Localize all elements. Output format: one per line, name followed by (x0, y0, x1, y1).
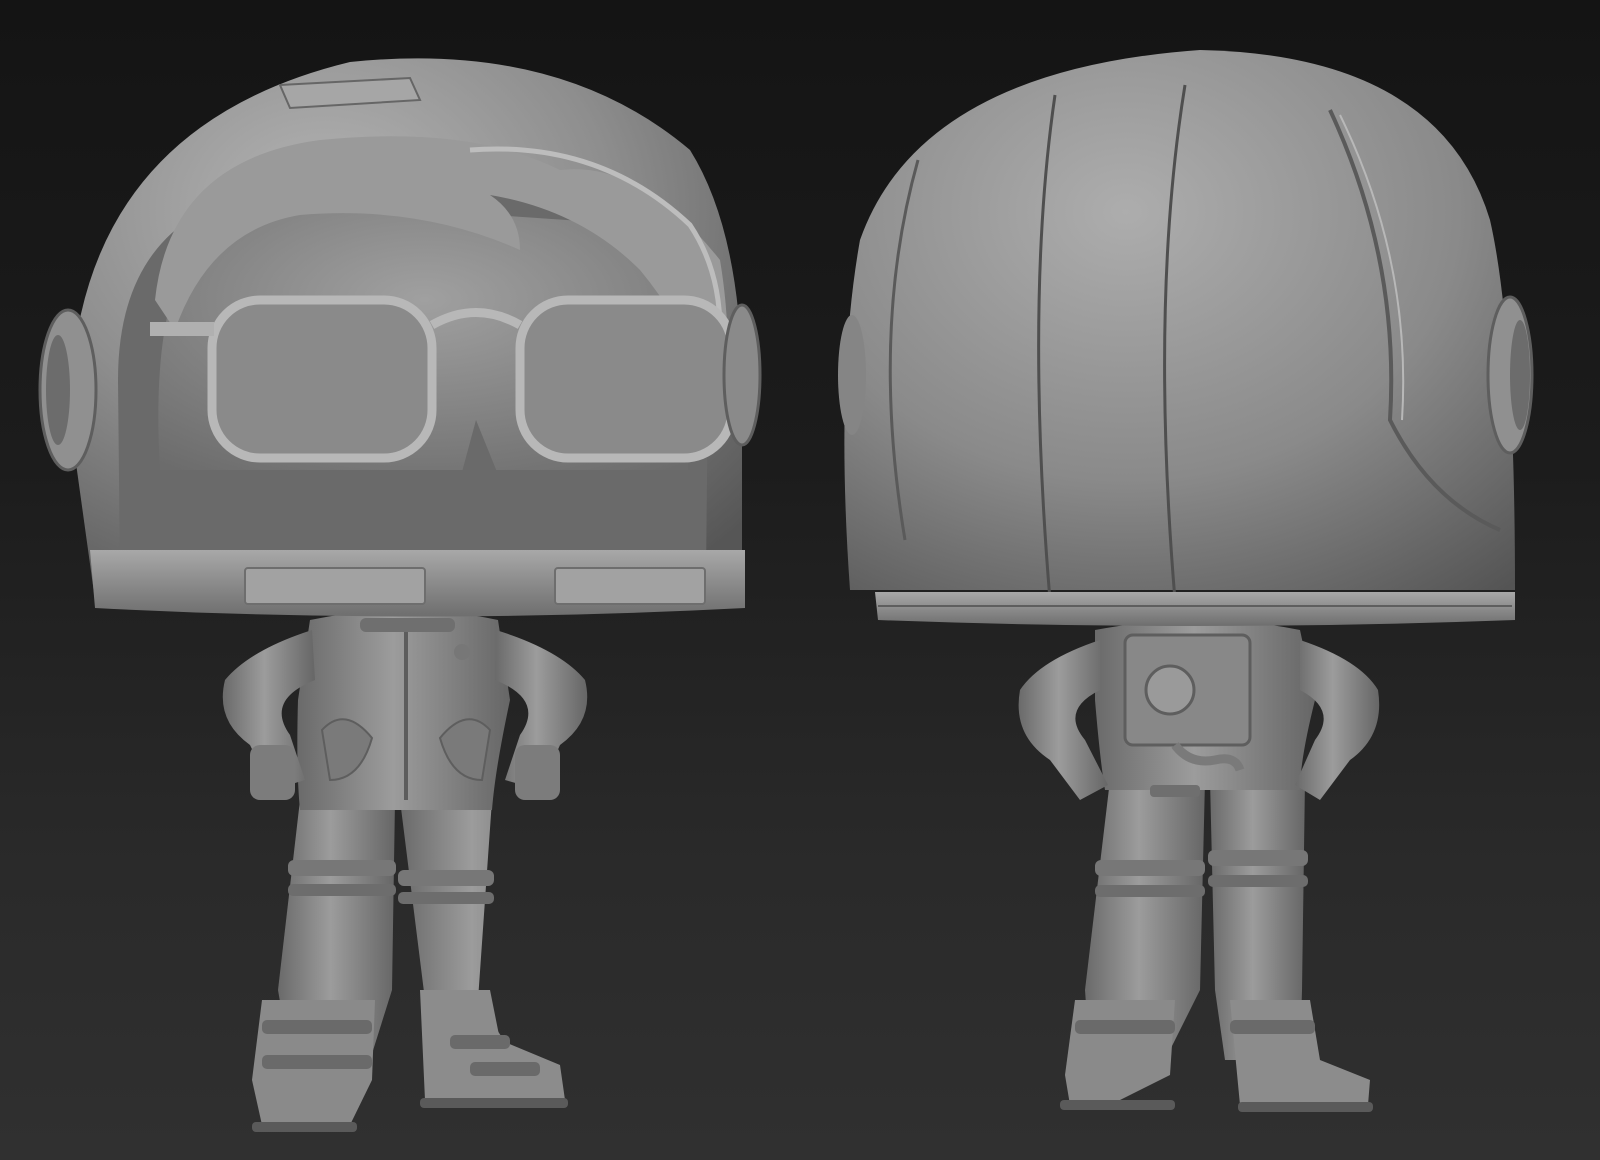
back-helmet (838, 50, 1534, 626)
front-figure (38, 58, 762, 1132)
front-helmet (38, 58, 762, 617)
back-figure (838, 50, 1534, 1112)
back-legs (1060, 780, 1373, 1112)
render-viewport (0, 0, 1600, 1160)
front-torso (297, 610, 510, 810)
render-canvas (38, 50, 1534, 1132)
front-legs (252, 800, 568, 1132)
